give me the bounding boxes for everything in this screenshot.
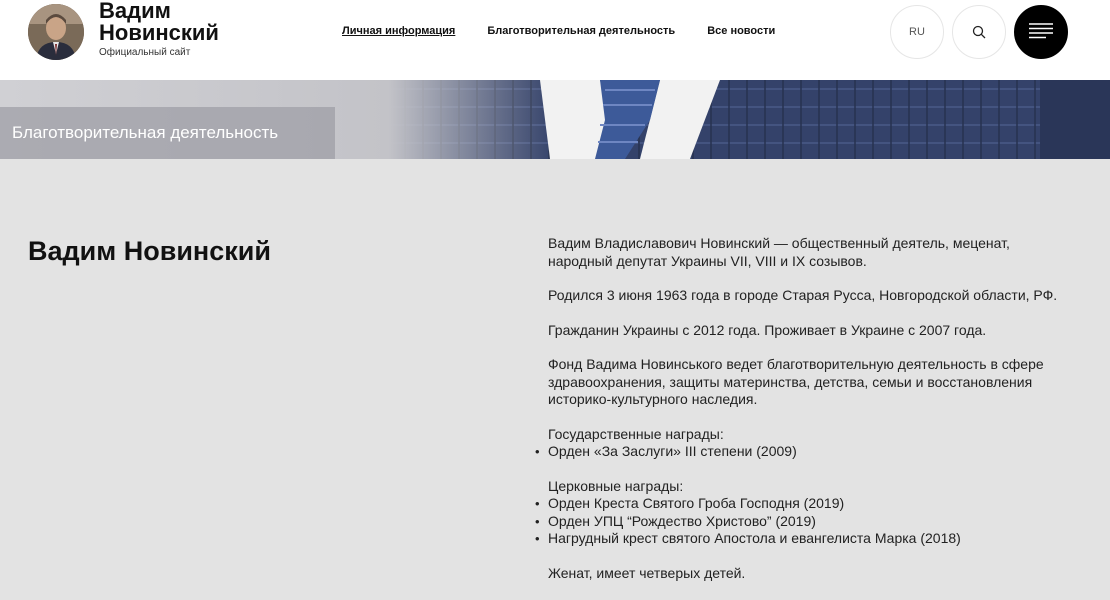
bio-paragraph: Гражданин Украины с 2012 года. Проживает…	[548, 321, 987, 338]
nav-link-all-news[interactable]: Все новости	[707, 25, 775, 37]
site-name[interactable]: Вадим Новинский	[99, 0, 239, 44]
banner-label: Благотворительная деятельность	[0, 107, 335, 159]
nav-link-personal-info[interactable]: Личная информация	[342, 25, 455, 37]
page-banner: Благотворительная деятельность	[0, 80, 1110, 159]
hamburger-menu-icon	[1029, 23, 1053, 39]
bio-paragraph: Фонд Вадима Новинського ведет благотвори…	[548, 356, 1044, 407]
site-header: Вадим Новинский Официальный сайт Личная …	[0, 0, 1110, 80]
list-item: Орден Креста Святого Гроба Господня (201…	[535, 495, 1068, 513]
language-label: RU	[909, 26, 925, 38]
biography: Вадим Владиславович Новинский — обществе…	[535, 235, 1068, 599]
family-info: Женат, имеет четверых детей.	[548, 564, 746, 581]
bio-paragraph: Родился 3 июня 1963 года в городе Старая…	[548, 287, 1058, 303]
banner-label-text: Благотворительная деятельность	[12, 123, 279, 142]
nav-link-charity[interactable]: Благотворительная деятельность	[487, 25, 675, 37]
list-item: Орден УПЦ “Рождество Христово” (2019)	[535, 513, 1068, 531]
list-item: Орден «За Заслуги» III степени (2009)	[535, 443, 1068, 461]
avatar[interactable]	[28, 4, 84, 60]
church-awards-list: Орден Креста Святого Гроба Господня (201…	[535, 495, 1068, 548]
state-awards-list: Орден «За Заслуги» III степени (2009)	[535, 443, 1068, 461]
language-switcher[interactable]: RU	[890, 5, 944, 59]
list-item: Нагрудный крест святого Апостола и еванг…	[535, 530, 1068, 548]
bio-paragraph: Вадим Владиславович Новинский — обществе…	[548, 235, 1010, 269]
site-subtitle: Официальный сайт	[99, 47, 191, 58]
main-nav: Личная информация Благотворительная деят…	[342, 25, 775, 37]
search-button[interactable]	[952, 5, 1006, 59]
menu-button[interactable]	[1014, 5, 1068, 59]
avatar-photo	[28, 4, 84, 60]
state-awards-heading: Государственные награды:	[548, 425, 724, 442]
church-awards-heading: Церковные награды:	[548, 477, 684, 494]
search-icon	[972, 25, 986, 39]
page-title: Вадим Новинский	[28, 236, 271, 266]
